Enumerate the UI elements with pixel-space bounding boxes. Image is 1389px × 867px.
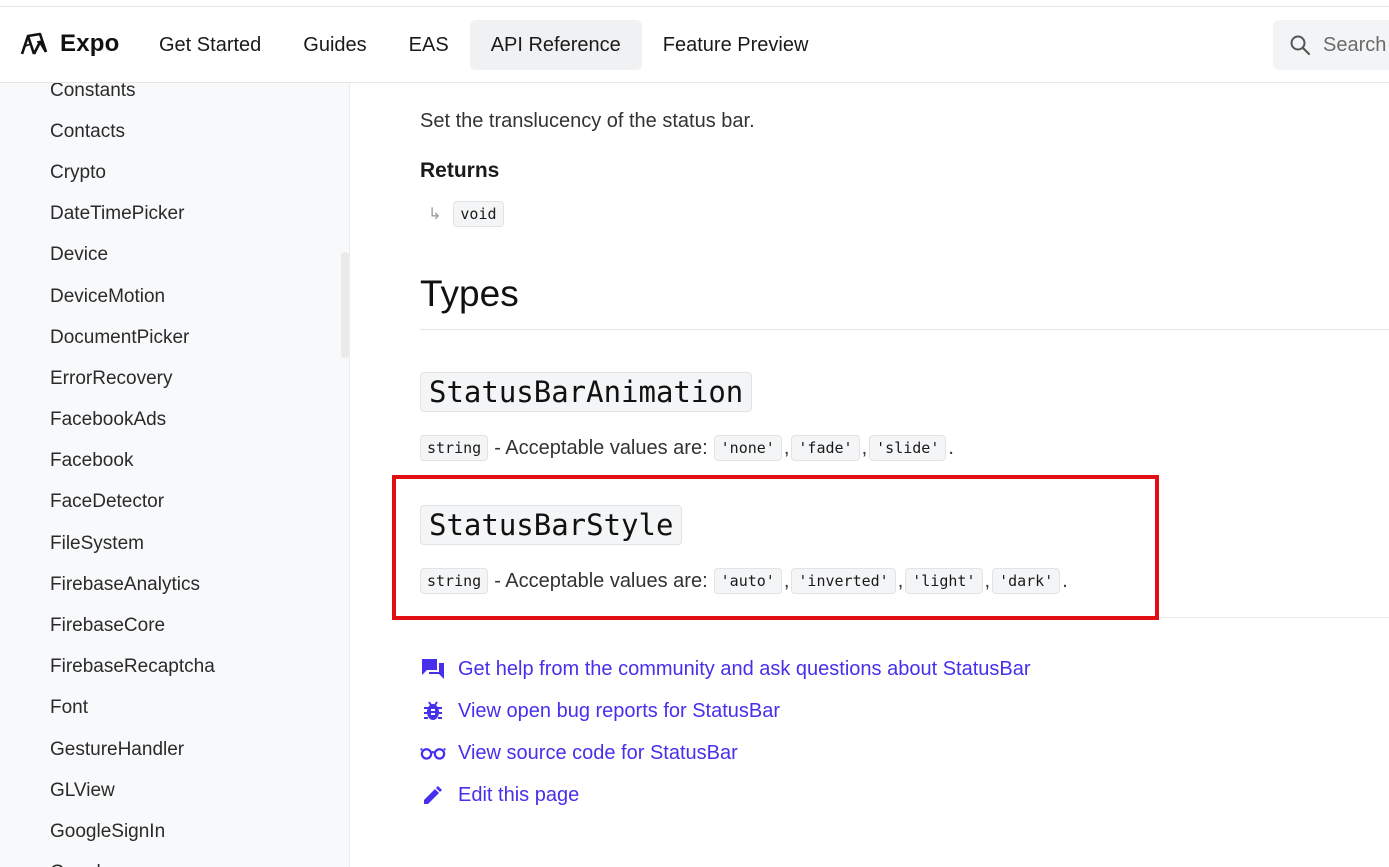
expo-logo-icon bbox=[20, 32, 48, 55]
sidebar-item-facebook[interactable]: Facebook bbox=[50, 441, 215, 482]
top-header: Expo Get Started Guides EAS API Referenc… bbox=[0, 0, 1389, 83]
return-arrow-icon: ↳ bbox=[428, 206, 442, 223]
footer-divider bbox=[420, 617, 1389, 618]
value-none: 'none' bbox=[713, 435, 782, 461]
sidebar-item-firebaserecaptcha[interactable]: FirebaseRecaptcha bbox=[50, 647, 215, 688]
sidebar-item-contacts[interactable]: Contacts bbox=[50, 111, 215, 152]
sidebar-item-facedetector[interactable]: FaceDetector bbox=[50, 482, 215, 523]
comma: , bbox=[783, 569, 790, 592]
nav-eas[interactable]: EAS bbox=[388, 20, 470, 70]
sidebar-item-googlesignin[interactable]: GoogleSignIn bbox=[50, 811, 215, 852]
period: . bbox=[1062, 569, 1068, 592]
value-fade: 'fade' bbox=[791, 435, 860, 461]
sidebar-item-firebasecore[interactable]: FirebaseCore bbox=[50, 605, 215, 646]
sidebar-item-errorrecovery[interactable]: ErrorRecovery bbox=[50, 358, 215, 399]
link-community-label[interactable]: Get help from the community and ask ques… bbox=[458, 658, 1031, 681]
sidebar-item-datetimepicker[interactable]: DateTimePicker bbox=[50, 194, 215, 235]
sidebar-item-firebaseanalytics[interactable]: FirebaseAnalytics bbox=[50, 564, 215, 605]
pencil-icon bbox=[420, 782, 446, 808]
expo-logo-link[interactable]: Expo bbox=[18, 28, 119, 60]
nav-feature-preview[interactable]: Feature Preview bbox=[642, 20, 830, 70]
value-auto: 'auto' bbox=[713, 568, 782, 594]
type-name-statusbaranimation: StatusBarAnimation bbox=[420, 372, 753, 412]
comma: , bbox=[861, 436, 868, 459]
value-inverted: 'inverted' bbox=[791, 568, 896, 594]
nav-get-started[interactable]: Get Started bbox=[138, 20, 282, 70]
sidebar-scrollbar[interactable] bbox=[341, 252, 349, 358]
types-divider bbox=[420, 329, 1389, 330]
type-base: string bbox=[420, 568, 489, 594]
value-light: 'light' bbox=[905, 568, 983, 594]
page-links: Get help from the community and ask ques… bbox=[420, 648, 1031, 816]
returns-type: void bbox=[453, 201, 504, 227]
bug-icon bbox=[420, 698, 446, 724]
link-community[interactable]: Get help from the community and ask ques… bbox=[420, 648, 1031, 690]
sidebar-item-device[interactable]: Device bbox=[50, 235, 215, 276]
search-button[interactable]: Search bbox=[1273, 20, 1389, 70]
main-nav: Get Started Guides EAS API Reference Fea… bbox=[138, 20, 829, 70]
link-bug-reports[interactable]: View open bug reports for StatusBar bbox=[420, 690, 1031, 732]
search-icon bbox=[1290, 35, 1311, 56]
link-bug-reports-label[interactable]: View open bug reports for StatusBar bbox=[458, 700, 780, 723]
sidebar-item-documentpicker[interactable]: DocumentPicker bbox=[50, 317, 215, 358]
comma: , bbox=[783, 436, 790, 459]
sidebar-item-font[interactable]: Font bbox=[50, 688, 215, 729]
top-divider bbox=[0, 6, 1389, 7]
type-values-statusbaranimation: string - Acceptable values are: 'none' ,… bbox=[420, 435, 956, 461]
sidebar-item-glview[interactable]: GLView bbox=[50, 770, 215, 811]
link-source-code-label[interactable]: View source code for StatusBar bbox=[458, 742, 738, 765]
returns-row: ↳ void bbox=[428, 201, 504, 227]
nav-guides[interactable]: Guides bbox=[282, 20, 387, 70]
value-dark: 'dark' bbox=[992, 568, 1061, 594]
link-edit-page[interactable]: Edit this page bbox=[420, 774, 1031, 816]
brand-name: Expo bbox=[60, 30, 120, 57]
sidebar-item-filesystem[interactable]: FileSystem bbox=[50, 523, 215, 564]
type-values-statusbarstyle: string - Acceptable values are: 'auto' ,… bbox=[420, 568, 1070, 594]
statusbarstyle-highlight-box bbox=[392, 475, 1159, 620]
nav-api-reference[interactable]: API Reference bbox=[469, 20, 642, 70]
link-source-code[interactable]: View source code for StatusBar bbox=[420, 732, 1031, 774]
method-description: Set the translucency of the status bar. bbox=[420, 110, 755, 132]
search-placeholder: Search bbox=[1323, 33, 1387, 56]
sidebar: Constants Contacts Crypto DateTimePicker… bbox=[0, 0, 350, 867]
sidebar-item-crypto[interactable]: Crypto bbox=[50, 152, 215, 193]
type-base: string bbox=[420, 435, 489, 461]
sidebar-item-gesturehandler[interactable]: GestureHandler bbox=[50, 729, 215, 770]
type-text: - Acceptable values are: bbox=[494, 569, 708, 592]
link-edit-page-label[interactable]: Edit this page bbox=[458, 784, 579, 807]
period: . bbox=[948, 436, 954, 459]
chat-icon bbox=[420, 656, 446, 682]
sidebar-item-facebookads[interactable]: FacebookAds bbox=[50, 400, 215, 441]
value-slide: 'slide' bbox=[869, 435, 947, 461]
glasses-icon bbox=[420, 740, 446, 766]
type-text: - Acceptable values are: bbox=[494, 436, 708, 459]
returns-heading: Returns bbox=[420, 159, 500, 182]
types-heading: Types bbox=[420, 273, 519, 314]
type-name-statusbarstyle: StatusBarStyle bbox=[420, 505, 683, 545]
comma: , bbox=[984, 569, 991, 592]
comma: , bbox=[897, 569, 904, 592]
sidebar-item-google[interactable]: Google bbox=[50, 853, 215, 867]
sidebar-item-devicemotion[interactable]: DeviceMotion bbox=[50, 276, 215, 317]
sidebar-list: Constants Contacts Crypto DateTimePicker… bbox=[50, 70, 215, 867]
